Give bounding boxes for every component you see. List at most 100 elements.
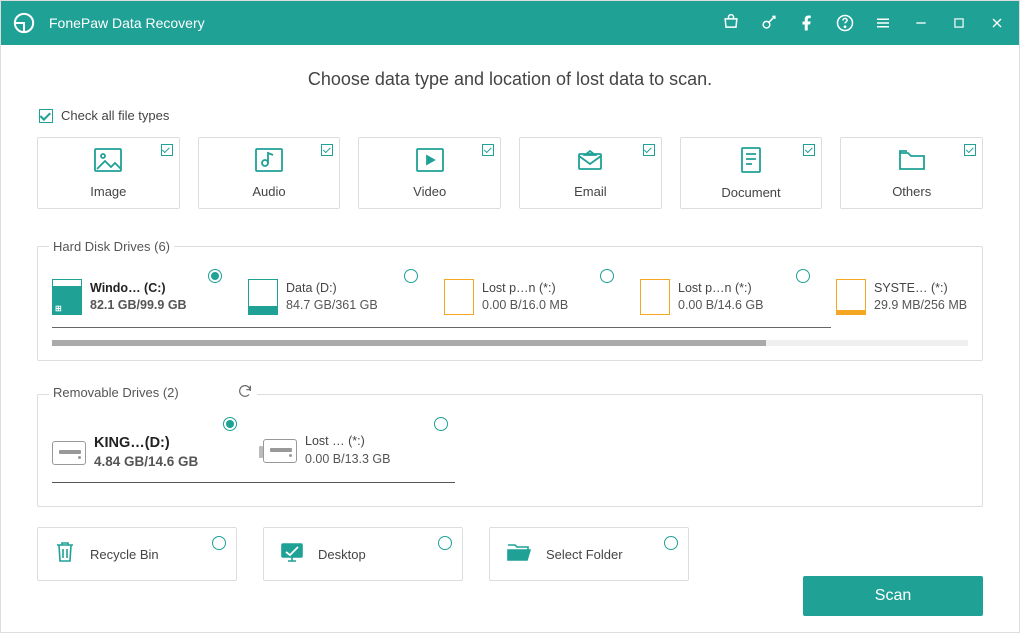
radio-icon[interactable] (212, 536, 226, 550)
radio-icon[interactable] (796, 269, 810, 283)
app-logo-icon (13, 12, 35, 34)
type-card-others[interactable]: Others (840, 137, 983, 209)
drive-item[interactable]: KING…(D:)4.84 GB/14.6 GB (52, 417, 237, 472)
document-icon (738, 146, 764, 179)
type-label: Video (413, 184, 446, 199)
drive-icon (248, 279, 278, 315)
file-types-row: Image Audio Video Email Document (37, 137, 983, 209)
drive-name: KING…(D:) (94, 433, 198, 453)
type-card-audio[interactable]: Audio (198, 137, 341, 209)
image-icon (93, 147, 123, 178)
drive-icon (836, 279, 866, 315)
folder-icon (897, 147, 927, 178)
drive-icon: ⊞ (52, 279, 82, 315)
check-all-types[interactable]: Check all file types (39, 108, 983, 123)
app-title: FonePaw Data Recovery (49, 15, 721, 31)
trash-icon (54, 540, 76, 569)
selection-underline (52, 482, 455, 483)
drive-name: Data (D:) (286, 280, 378, 298)
folder-open-icon (506, 541, 532, 568)
type-card-document[interactable]: Document (680, 137, 823, 209)
drive-icon (444, 279, 474, 315)
locations-row: Recycle Bin Desktop Select Folder (37, 527, 983, 581)
checkbox-icon[interactable] (321, 144, 333, 156)
type-card-email[interactable]: Email (519, 137, 662, 209)
check-all-label: Check all file types (61, 108, 169, 123)
location-label: Recycle Bin (90, 547, 159, 562)
location-recycle-bin[interactable]: Recycle Bin (37, 527, 237, 581)
drive-name: Lost … (*:) (305, 433, 390, 451)
refresh-icon[interactable] (237, 383, 253, 402)
key-icon[interactable] (759, 13, 779, 33)
checkbox-icon[interactable] (482, 144, 494, 156)
drive-item[interactable]: Lost … (*:)0.00 B/13.3 GB (263, 417, 448, 468)
drive-name: SYSTE… (*:) (874, 280, 967, 298)
check-all-checkbox[interactable] (39, 109, 53, 123)
usb-icon (263, 439, 297, 463)
drive-size: 0.00 B/13.3 GB (305, 451, 390, 469)
close-icon[interactable] (987, 13, 1007, 33)
titlebar-actions (721, 13, 1007, 33)
location-desktop[interactable]: Desktop (263, 527, 463, 581)
radio-icon[interactable] (223, 417, 237, 431)
video-icon (415, 147, 445, 178)
cart-icon[interactable] (721, 13, 741, 33)
minimize-icon[interactable] (911, 13, 931, 33)
facebook-icon[interactable] (797, 13, 817, 33)
desktop-icon (280, 541, 304, 568)
drive-size: 84.7 GB/361 GB (286, 297, 378, 315)
maximize-icon[interactable] (949, 13, 969, 33)
type-label: Email (574, 184, 607, 199)
drive-size: 0.00 B/16.0 MB (482, 297, 568, 315)
page-title: Choose data type and location of lost da… (37, 69, 983, 90)
drive-size: 4.84 GB/14.6 GB (94, 453, 198, 472)
scan-button[interactable]: Scan (803, 576, 983, 616)
type-label: Document (721, 185, 780, 200)
content-area: Choose data type and location of lost da… (1, 45, 1019, 632)
removable-drives-row: KING…(D:)4.84 GB/14.6 GB Lost … (*:)0.00… (52, 417, 968, 472)
drive-size: 0.00 B/14.6 GB (678, 297, 763, 315)
drive-name: Windo… (C:) (90, 280, 187, 298)
usb-icon (52, 441, 86, 465)
radio-icon[interactable] (434, 417, 448, 431)
titlebar: FonePaw Data Recovery (1, 1, 1019, 45)
radio-icon[interactable] (438, 536, 452, 550)
drive-icon (640, 279, 670, 315)
menu-icon[interactable] (873, 13, 893, 33)
location-label: Desktop (318, 547, 366, 562)
drive-name: Lost p…n (*:) (482, 280, 568, 298)
checkbox-icon[interactable] (161, 144, 173, 156)
scrollbar-thumb[interactable] (52, 340, 766, 346)
drive-item[interactable]: Lost p…n (*:)0.00 B/16.0 MB (444, 269, 614, 315)
type-label: Audio (252, 184, 285, 199)
drive-item[interactable]: ⊞ Windo… (C:)82.1 GB/99.9 GB (52, 269, 222, 315)
radio-icon[interactable] (208, 269, 222, 283)
type-label: Others (892, 184, 931, 199)
hard-drives-box: ⊞ Windo… (C:)82.1 GB/99.9 GB Data (D:)84… (37, 246, 983, 361)
removable-drives-label: Removable Drives (2) (49, 383, 257, 402)
help-icon[interactable] (835, 13, 855, 33)
drive-name: Lost p…n (*:) (678, 280, 763, 298)
drive-item[interactable]: Data (D:)84.7 GB/361 GB (248, 269, 418, 315)
drive-size: 29.9 MB/256 MB (874, 297, 967, 315)
type-card-image[interactable]: Image (37, 137, 180, 209)
type-card-video[interactable]: Video (358, 137, 501, 209)
audio-icon (254, 147, 284, 178)
location-select-folder[interactable]: Select Folder (489, 527, 689, 581)
radio-icon[interactable] (404, 269, 418, 283)
type-label: Image (90, 184, 126, 199)
radio-icon[interactable] (600, 269, 614, 283)
email-icon (575, 147, 605, 178)
selection-underline (52, 327, 831, 328)
hard-drives-row: ⊞ Windo… (C:)82.1 GB/99.9 GB Data (D:)84… (52, 269, 968, 315)
drive-size: 82.1 GB/99.9 GB (90, 297, 187, 315)
radio-icon[interactable] (664, 536, 678, 550)
checkbox-icon[interactable] (803, 144, 815, 156)
checkbox-icon[interactable] (964, 144, 976, 156)
checkbox-icon[interactable] (643, 144, 655, 156)
app-window: FonePaw Data Recovery Choose data type a… (0, 0, 1020, 633)
drive-item[interactable]: SYSTE… (*:)29.9 MB/256 MB (836, 269, 968, 315)
drive-item[interactable]: Lost p…n (*:)0.00 B/14.6 GB (640, 269, 810, 315)
scrollbar[interactable] (52, 340, 968, 346)
hard-drives-label: Hard Disk Drives (6) (49, 239, 174, 254)
